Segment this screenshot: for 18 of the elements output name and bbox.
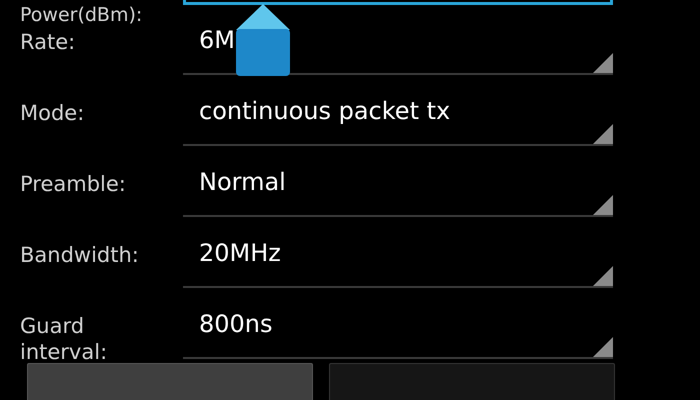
dropdown[interactable]: 800ns — [183, 289, 613, 359]
dropdown-corner-icon — [593, 53, 613, 73]
dropdown-corner-icon — [593, 195, 613, 215]
dropdown-corner-icon — [593, 266, 613, 286]
field-label: Guard interval: — [20, 313, 108, 365]
text-cursor-handle[interactable] — [236, 4, 290, 76]
field-label: Mode: — [20, 100, 86, 126]
field-label: Bandwidth: — [20, 242, 140, 268]
dropdown[interactable]: 20MHz — [183, 218, 613, 288]
button[interactable] — [27, 363, 313, 400]
dropdown[interactable]: Normal — [183, 147, 613, 217]
button[interactable] — [329, 363, 615, 400]
dropdown[interactable]: continuous packet tx — [183, 76, 613, 146]
field-label: Power(dBm): — [20, 4, 144, 26]
field-label: Preamble: — [20, 171, 127, 197]
dropdown-corner-icon — [593, 124, 613, 144]
dropdown-corner-icon — [593, 337, 613, 357]
field-label: Rate: — [20, 29, 76, 55]
